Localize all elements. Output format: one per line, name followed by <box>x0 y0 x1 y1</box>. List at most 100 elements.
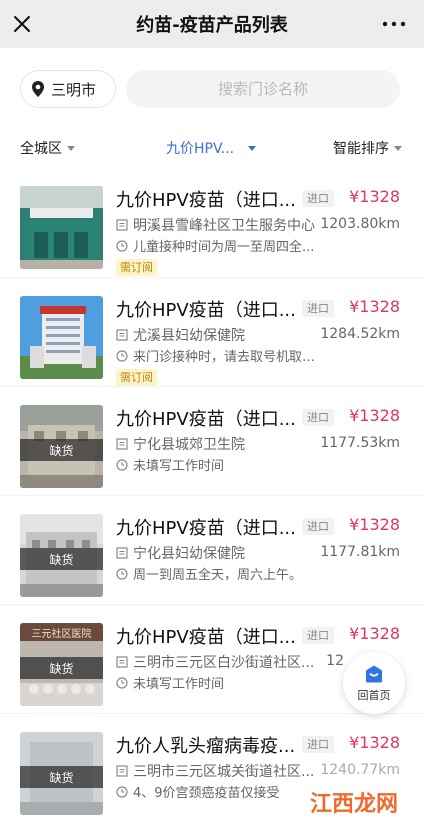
vaccine-name: 九价HPV疫苗（进口... <box>116 300 296 321</box>
clinic-building-image <box>20 186 103 269</box>
import-tag: 进口 <box>302 518 334 535</box>
price: ¥1328 <box>349 624 400 643</box>
vaccine-name: 九价HPV疫苗（进口... <box>116 627 296 648</box>
distance: 1284.52km <box>320 326 400 342</box>
distance: 1240.77km <box>320 762 400 778</box>
clinic-photo <box>20 186 103 269</box>
filter-bar: 全城区 九价HPV... 智能排序 <box>0 130 424 166</box>
out-of-stock-badge: 缺货 <box>20 548 103 570</box>
import-tag: 进口 <box>302 300 334 317</box>
hours-row: 周一到周五全天，周六上午。 <box>116 564 322 583</box>
distance: 1177.81km <box>320 544 400 560</box>
import-tag: 进口 <box>302 627 334 644</box>
clinic-photo: 三元社区医院 缺货 <box>20 623 103 706</box>
home-button-label: 回首页 <box>357 688 391 702</box>
list-item[interactable]: 九价HPV疫苗（进口... 进口 ¥1328 尤溪县妇幼保健院 1284.52k… <box>0 277 424 386</box>
price: ¥1328 <box>349 187 400 206</box>
price: ¥1328 <box>349 733 400 752</box>
clinic-name-row: 明溪县雪峰社区卫生服务中心 <box>116 215 326 235</box>
working-hours: 儿童接种时间为周一至周四全... <box>133 240 315 255</box>
clinic-name: 尤溪县妇幼保健院 <box>133 328 245 344</box>
out-of-stock-badge: 缺货 <box>20 657 103 679</box>
vaccine-filter-label: 九价HPV... <box>166 141 235 157</box>
clinic-name-row: 尤溪县妇幼保健院 <box>116 325 326 345</box>
clinic-name: 明溪县雪峰社区卫生服务中心 <box>133 218 315 234</box>
vaccine-list: 九价HPV疫苗（进口... 进口 ¥1328 明溪县雪峰社区卫生服务中心 120… <box>0 168 424 830</box>
clinic-icon <box>116 547 128 559</box>
vaccine-name: 九价人乳头瘤病毒疫... <box>116 736 296 757</box>
clock-icon <box>116 567 128 580</box>
clinic-name: 三明市三元区白沙街道社区... <box>133 655 315 671</box>
clinic-sign-text: 三元社区医院 <box>31 629 92 640</box>
map-pin-icon <box>32 81 44 97</box>
working-hours: 来门诊接种时，请去取号机取号。工作时 <box>133 350 322 365</box>
clinic-name-row: 宁化县妇幼保健院 <box>116 543 326 563</box>
out-of-stock-badge: 缺货 <box>20 439 103 461</box>
sort-filter-label: 智能排序 <box>333 141 389 157</box>
hospital-building-image <box>20 296 103 379</box>
price: ¥1328 <box>349 406 400 425</box>
home-button[interactable]: 回首页 <box>343 652 405 714</box>
clinic-photo: 缺货 <box>20 405 103 488</box>
caret-down-icon <box>67 145 75 151</box>
search-input[interactable] <box>126 70 400 108</box>
clinic-icon <box>116 219 128 231</box>
working-hours: 周一到周五全天，周六上午。 <box>133 568 303 583</box>
working-hours: 4、9价宫颈癌疫苗仅接受 <box>133 786 280 801</box>
out-of-stock-badge: 缺货 <box>20 766 103 788</box>
distance: 1203.80km <box>320 216 400 232</box>
clock-icon <box>116 785 128 798</box>
district-filter-label: 全城区 <box>20 141 62 157</box>
clinic-name-row: 三明市三元区白沙街道社区... <box>116 652 326 672</box>
clinic-photo: 缺货 <box>20 514 103 597</box>
sort-filter[interactable]: 智能排序 <box>333 138 402 158</box>
price: ¥1328 <box>349 515 400 534</box>
clinic-name: 宁化县妇幼保健院 <box>133 546 245 562</box>
hours-row: 未填写工作时间 <box>116 455 322 474</box>
import-tag: 进口 <box>302 736 334 753</box>
vaccine-name: 九价HPV疫苗（进口... <box>116 190 296 211</box>
hours-row: 未填写工作时间 <box>116 673 322 692</box>
clinic-name-row: 三明市三元区城关街道社区... <box>116 761 326 781</box>
vaccine-name: 九价HPV疫苗（进口... <box>116 409 296 430</box>
hours-row: 儿童接种时间为周一至周四全... <box>116 236 322 255</box>
city-label: 三明市 <box>51 80 97 99</box>
list-item[interactable]: 缺货 九价HPV疫苗（进口... 进口 ¥1328 宁化县城郊卫生院 1177.… <box>0 386 424 495</box>
page-title: 约苗-疫苗产品列表 <box>136 15 288 36</box>
vaccine-filter[interactable]: 九价HPV... <box>166 138 257 158</box>
clinic-photo: 缺货 <box>20 732 103 815</box>
caret-down-icon <box>248 145 257 151</box>
home-icon <box>366 665 382 682</box>
working-hours: 未填写工作时间 <box>133 677 225 692</box>
search-row: 三明市 <box>0 48 424 130</box>
list-item[interactable]: 缺货 九价HPV疫苗（进口... 进口 ¥1328 宁化县妇幼保健院 1177.… <box>0 495 424 604</box>
clock-icon <box>116 676 128 689</box>
district-filter[interactable]: 全城区 <box>20 138 75 158</box>
hours-row: 来门诊接种时，请去取号机取号。工作时 <box>116 346 322 365</box>
clock-icon <box>116 458 128 471</box>
import-tag: 进口 <box>302 409 334 426</box>
clinic-icon <box>116 329 128 341</box>
import-tag: 进口 <box>302 190 334 207</box>
clinic-icon <box>116 438 128 450</box>
clinic-name: 三明市三元区城关街道社区... <box>133 764 315 780</box>
working-hours: 未填写工作时间 <box>133 459 225 474</box>
vaccine-name: 九价HPV疫苗（进口... <box>116 518 296 539</box>
clinic-icon <box>116 765 128 777</box>
caret-down-icon <box>394 145 402 151</box>
clinic-photo <box>20 296 103 379</box>
clinic-name: 宁化县城郊卫生院 <box>133 437 245 453</box>
clinic-name-row: 宁化县城郊卫生院 <box>116 434 326 454</box>
price: ¥1328 <box>349 297 400 316</box>
subscription-badge: 需订阅 <box>116 369 157 386</box>
site-watermark: 江西龙网 <box>309 791 398 817</box>
clock-icon <box>116 239 128 252</box>
clock-icon <box>116 349 128 362</box>
city-selector[interactable]: 三明市 <box>20 70 116 108</box>
list-item[interactable]: 九价HPV疫苗（进口... 进口 ¥1328 明溪县雪峰社区卫生服务中心 120… <box>0 168 424 277</box>
more-icon[interactable] <box>380 12 408 36</box>
subscription-badge: 需订阅 <box>116 259 157 276</box>
clinic-icon <box>116 656 128 668</box>
distance: 1177.53km <box>320 435 400 451</box>
close-icon[interactable] <box>10 12 34 36</box>
